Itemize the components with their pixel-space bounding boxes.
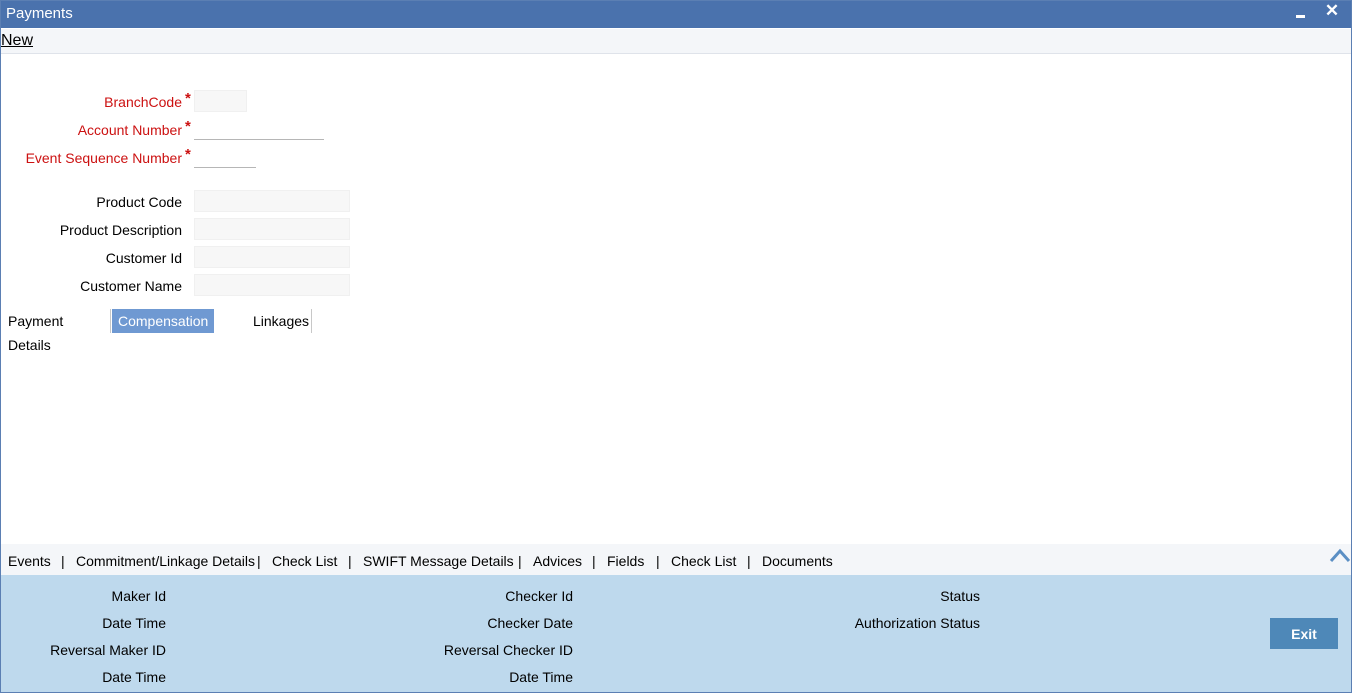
menu-bar: New xyxy=(1,29,1351,54)
customer-name-label: Customer Name xyxy=(80,278,182,294)
tab-linkages[interactable]: Linkages xyxy=(247,309,315,333)
nav-swift-message-details[interactable]: SWIFT Message Details xyxy=(363,553,514,569)
product-code-field[interactable] xyxy=(194,190,350,212)
nav-check-list[interactable]: Check List xyxy=(272,553,337,569)
nav-separator: | xyxy=(592,553,596,569)
nav-separator: | xyxy=(747,553,751,569)
customer-id-field[interactable] xyxy=(194,246,350,268)
reversal-checker-id-label: Reversal Checker ID xyxy=(443,642,573,658)
maker-id-label: Maker Id xyxy=(111,588,166,604)
date-time-label: Date Time xyxy=(509,669,573,685)
close-icon[interactable]: ✕ xyxy=(1324,1,1340,21)
product-description-field[interactable] xyxy=(194,218,350,240)
required-marker: * xyxy=(185,90,191,107)
chevron-up-icon[interactable] xyxy=(1328,546,1352,564)
event-sequence-number-label: Event Sequence Number xyxy=(25,150,182,166)
minimize-icon[interactable] xyxy=(1294,6,1308,22)
nav-check-list-2[interactable]: Check List xyxy=(671,553,736,569)
reversal-maker-id-label: Reversal Maker ID xyxy=(50,642,166,658)
customer-name-field[interactable] xyxy=(194,274,350,296)
nav-separator: | xyxy=(518,553,522,569)
nav-separator: | xyxy=(656,553,660,569)
bottom-nav: Events | Commitment/Linkage Details | Ch… xyxy=(1,544,1351,575)
branch-code-label: BranchCode xyxy=(104,94,182,110)
nav-documents[interactable]: Documents xyxy=(762,553,833,569)
product-description-label: Product Description xyxy=(59,222,182,238)
nav-commitment-linkage-details[interactable]: Commitment/Linkage Details xyxy=(76,553,255,569)
nav-events[interactable]: Events xyxy=(8,553,51,569)
window-title: Payments xyxy=(6,5,73,22)
product-code-label: Product Code xyxy=(96,194,182,210)
checker-date-label: Checker Date xyxy=(487,615,573,631)
nav-fields[interactable]: Fields xyxy=(607,553,644,569)
tab-payment-details[interactable]: Payment Details xyxy=(2,309,69,353)
nav-advices[interactable]: Advices xyxy=(533,553,582,569)
branch-code-input[interactable] xyxy=(194,90,247,112)
payments-window: Payments ✕ New BranchCode * Account Numb… xyxy=(0,0,1352,693)
tab-divider xyxy=(311,309,312,333)
date-time-label: Date Time xyxy=(102,615,166,631)
authorization-status-label: Authorization Status xyxy=(854,615,980,631)
date-time-label: Date Time xyxy=(102,669,166,685)
account-number-label: Account Number xyxy=(77,122,182,138)
tab-compensation-rates[interactable]: Compensation Rates xyxy=(112,309,215,353)
checker-id-label: Checker Id xyxy=(505,588,573,604)
audit-panel: Maker Id Date Time Reversal Maker ID Dat… xyxy=(1,575,1351,692)
tab-divider xyxy=(110,309,111,333)
required-marker: * xyxy=(185,118,191,135)
nav-separator: | xyxy=(61,553,65,569)
exit-button[interactable]: Exit xyxy=(1270,618,1338,649)
required-marker: * xyxy=(185,146,191,163)
account-number-input[interactable] xyxy=(194,119,324,140)
event-sequence-number-input[interactable] xyxy=(194,147,256,168)
nav-separator: | xyxy=(348,553,352,569)
customer-id-label: Customer Id xyxy=(105,250,182,266)
status-label: Status xyxy=(940,588,980,604)
new-link[interactable]: New xyxy=(1,32,33,50)
title-bar: Payments ✕ xyxy=(1,1,1351,28)
nav-separator: | xyxy=(257,553,261,569)
